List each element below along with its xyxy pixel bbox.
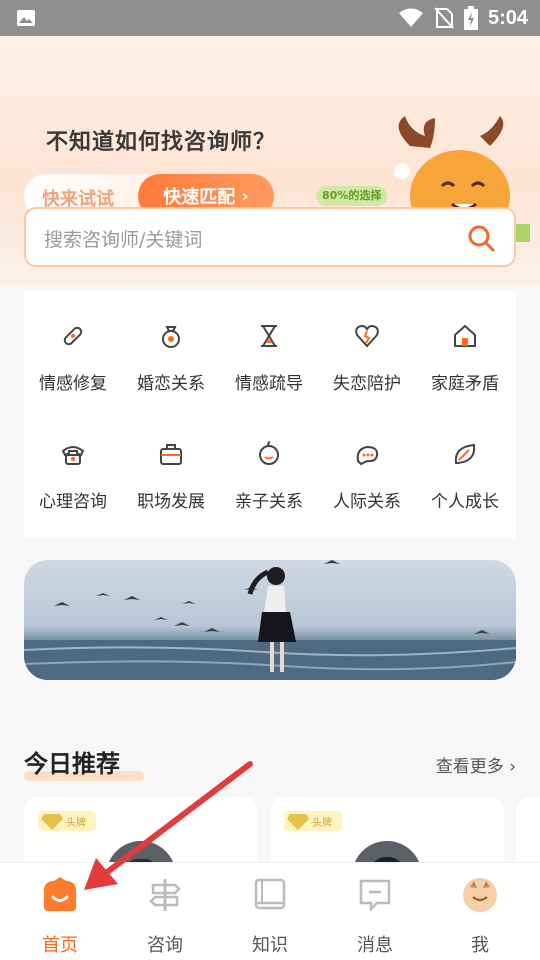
tab-me[interactable]: 我 bbox=[426, 873, 534, 959]
leaf-icon bbox=[454, 443, 476, 464]
home-icon bbox=[454, 324, 476, 347]
category-item[interactable]: 情感修复 bbox=[24, 295, 122, 395]
search-input[interactable]: 搜索咨询师/关键词 bbox=[44, 225, 202, 252]
category-item[interactable]: 职场发展 bbox=[122, 413, 220, 513]
broken-heart-icon bbox=[355, 324, 379, 348]
diamond-icon bbox=[287, 814, 309, 830]
category-item[interactable]: 家庭矛盾 bbox=[416, 295, 514, 395]
gallery-icon bbox=[17, 10, 35, 26]
category-label: 心理咨询 bbox=[39, 492, 107, 512]
category-grid: 情感修复 婚恋关系 情感疏导 失恋陪护 家庭矛盾 心理咨询 职场发展 亲子关系 … bbox=[24, 291, 516, 538]
no-sim-icon bbox=[434, 7, 454, 29]
rank-badge: 头牌 bbox=[284, 811, 342, 831]
category-label: 情感修复 bbox=[39, 374, 107, 394]
rank-badge-label: 头牌 bbox=[66, 818, 86, 829]
signpost-icon bbox=[149, 879, 181, 911]
clock: 5:04 bbox=[487, 6, 528, 29]
tab-consult[interactable]: 咨询 bbox=[111, 873, 219, 959]
battery-icon bbox=[463, 6, 478, 30]
briefcase-icon bbox=[160, 444, 182, 465]
diamond-icon bbox=[41, 814, 63, 830]
search-box[interactable]: 搜索咨询师/关键词 bbox=[24, 207, 516, 267]
tab-label: 首页 bbox=[42, 935, 78, 956]
rank-badge-label: 头牌 bbox=[312, 818, 332, 829]
tab-label: 知识 bbox=[252, 935, 288, 956]
hero-title: 不知道如何找咨询师？ bbox=[46, 130, 277, 155]
tab-knowledge[interactable]: 知识 bbox=[216, 873, 324, 959]
tab-messages[interactable]: 消息 bbox=[321, 873, 429, 959]
chat-icon bbox=[356, 445, 379, 466]
category-item[interactable]: 人际关系 bbox=[318, 413, 416, 513]
promo-banner[interactable] bbox=[24, 560, 516, 680]
tab-label: 消息 bbox=[357, 935, 393, 956]
tab-home[interactable]: 首页 bbox=[6, 873, 114, 959]
tab-label: 咨询 bbox=[147, 935, 183, 956]
see-more-label: 查看更多 bbox=[435, 757, 504, 777]
phone-icon bbox=[61, 446, 85, 465]
category-label: 失恋陪护 bbox=[333, 374, 401, 394]
status-bar: 5:04 bbox=[0, 0, 540, 36]
category-label: 职场发展 bbox=[137, 492, 205, 512]
category-item[interactable]: 个人成长 bbox=[416, 413, 514, 513]
seaside-girl-illustration bbox=[24, 560, 516, 680]
ring-icon bbox=[162, 326, 180, 348]
search-icon[interactable] bbox=[466, 223, 496, 253]
profile-avatar-icon bbox=[463, 878, 497, 912]
chevron-right-icon: › bbox=[241, 185, 249, 207]
category-item[interactable]: 情感疏导 bbox=[220, 295, 318, 395]
book-icon bbox=[254, 878, 286, 910]
message-icon bbox=[359, 879, 391, 913]
quick-match-label: 快速匹配 bbox=[163, 187, 236, 208]
section-title: 今日推荐 bbox=[24, 744, 144, 781]
baby-icon bbox=[259, 441, 279, 465]
tab-label: 我 bbox=[471, 935, 489, 956]
category-label: 情感疏导 bbox=[235, 374, 303, 394]
hourglass-icon bbox=[261, 325, 277, 347]
category-label: 亲子关系 bbox=[235, 492, 303, 512]
category-label: 个人成长 bbox=[431, 492, 499, 512]
bottom-tab-bar: 首页 咨询 知识 消息 我 bbox=[0, 862, 540, 960]
category-item[interactable]: 失恋陪护 bbox=[318, 295, 416, 395]
category-label: 人际关系 bbox=[333, 492, 401, 512]
bandage-icon bbox=[63, 326, 83, 346]
category-label: 家庭矛盾 bbox=[431, 374, 499, 394]
category-label: 婚恋关系 bbox=[137, 374, 205, 394]
rank-badge: 头牌 bbox=[38, 811, 96, 831]
section-title-text: 今日推荐 bbox=[24, 750, 120, 778]
percent-badge: 80%的选择 bbox=[316, 186, 388, 206]
wifi-icon bbox=[398, 8, 423, 27]
category-item[interactable]: 心理咨询 bbox=[24, 413, 122, 513]
see-more-link[interactable]: 查看更多 › bbox=[436, 752, 516, 777]
category-item[interactable]: 亲子关系 bbox=[220, 413, 318, 513]
category-item[interactable]: 婚恋关系 bbox=[122, 295, 220, 395]
home-smile-icon bbox=[44, 877, 76, 911]
chevron-right-icon: › bbox=[509, 757, 516, 777]
